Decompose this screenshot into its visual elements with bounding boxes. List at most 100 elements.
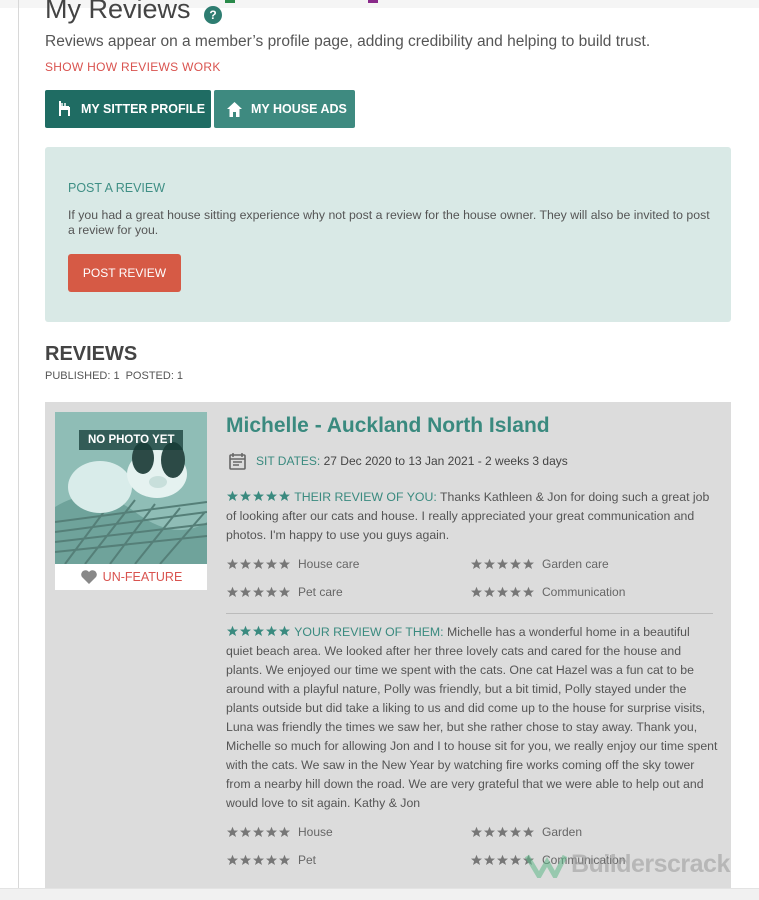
builderscrack-watermark: Builderscrack [525, 850, 730, 879]
post-review-heading: POST A REVIEW [68, 181, 166, 195]
star-icon [279, 625, 290, 636]
help-icon[interactable]: ? [204, 6, 222, 24]
no-photo-caption: NO PHOTO YET [79, 430, 184, 450]
published-count: PUBLISHED: 1 [45, 370, 120, 382]
star-icon [253, 625, 264, 636]
star-icon [240, 625, 251, 636]
rating-pet: Pet [226, 853, 316, 867]
rating-stars [470, 586, 535, 598]
tab-my-sitter-profile[interactable]: MY SITTER PROFILE [45, 90, 211, 128]
rating-label: Garden care [542, 557, 609, 571]
star-icon [266, 625, 277, 636]
star-icon [253, 826, 264, 837]
star-icon [510, 854, 521, 865]
star-icon [279, 586, 290, 597]
rating-label: House [298, 825, 333, 839]
rating-stars [226, 826, 291, 838]
bottom-scroll-strip [0, 888, 759, 900]
unfeature-button[interactable]: UN-FEATURE [55, 566, 207, 588]
star-icon [484, 854, 495, 865]
your-review-stars [226, 625, 291, 637]
show-how-reviews-work-link[interactable]: SHOW HOW REVIEWS WORK [45, 60, 221, 74]
star-icon [484, 558, 495, 569]
star-icon [266, 826, 277, 837]
builderscrack-logo-icon [525, 854, 567, 878]
your-review-label: YOUR REVIEW OF THEM: [294, 625, 444, 639]
star-icon [227, 558, 238, 569]
rating-label: House care [298, 557, 360, 571]
watermark-text: Builderscrack [571, 850, 730, 878]
their-review-stars [226, 490, 291, 502]
star-icon [484, 826, 495, 837]
review-card: NO PHOTO YET UN-FEATURE Michelle - Auckl… [45, 402, 731, 888]
rating-stars [470, 826, 535, 838]
star-icon [227, 586, 238, 597]
star-icon [510, 826, 521, 837]
their-review-label: THEIR REVIEW OF YOU: [294, 490, 437, 504]
your-review: YOUR REVIEW OF THEM: Michelle has a wond… [226, 623, 718, 813]
tab-label: MY HOUSE ADS [251, 102, 347, 116]
house-icon [227, 101, 242, 117]
star-icon [471, 826, 482, 837]
star-icon [266, 490, 277, 501]
posted-count: POSTED: 1 [125, 370, 184, 382]
star-icon [510, 586, 521, 597]
rating-house: House [226, 825, 333, 839]
rating-pet-care: Pet care [226, 585, 343, 599]
member-photo-frame: NO PHOTO YET UN-FEATURE [55, 412, 207, 590]
star-icon [253, 854, 264, 865]
tab-my-house-ads[interactable]: MY HOUSE ADS [214, 90, 355, 128]
star-icon [279, 854, 290, 865]
rating-house-care: House care [226, 557, 359, 571]
rating-communication: Communication [470, 585, 625, 599]
rating-label: Pet care [298, 585, 343, 599]
rating-label: Garden [542, 825, 583, 839]
star-icon [240, 854, 251, 865]
star-icon [523, 586, 534, 597]
star-icon [279, 490, 290, 501]
star-icon [240, 490, 251, 501]
member-name[interactable]: Michelle - Auckland North Island [226, 414, 550, 438]
your-review-text: Michelle has a wonderful home in a beaut… [226, 625, 718, 810]
rating-label: Pet [298, 853, 317, 867]
unfeature-label: UN-FEATURE [102, 570, 183, 584]
rating-label: Communication [542, 585, 626, 599]
sit-dates-row: SIT DATES: 27 Dec 2020 to 13 Jan 2021 - … [229, 452, 568, 470]
star-icon [266, 586, 277, 597]
rating-stars [226, 586, 291, 598]
reviews-heading: REVIEWS [45, 343, 138, 365]
left-border [18, 0, 19, 900]
star-icon [471, 586, 482, 597]
reviews-counts: PUBLISHED: 1 POSTED: 1 [45, 370, 183, 382]
rating-stars [470, 558, 535, 570]
member-photo-placeholder: NO PHOTO YET [55, 412, 207, 564]
star-icon [471, 558, 482, 569]
calendar-icon [229, 453, 246, 470]
star-icon [471, 854, 482, 865]
star-icon [279, 558, 290, 569]
star-icon [227, 490, 238, 501]
star-icon [266, 558, 277, 569]
star-icon [497, 826, 508, 837]
intro-text: Reviews appear on a member’s profile pag… [45, 33, 651, 50]
review-divider [226, 613, 713, 614]
sit-dates-value: 27 Dec 2020 to 13 Jan 2021 - 2 weeks 3 d… [323, 454, 568, 468]
star-icon [497, 586, 508, 597]
rating-stars [226, 854, 291, 866]
star-icon [240, 558, 251, 569]
star-icon [253, 558, 264, 569]
star-icon [279, 826, 290, 837]
sit-dates-label: SIT DATES: [256, 454, 321, 468]
tab-label: MY SITTER PROFILE [81, 102, 206, 116]
star-icon [510, 558, 521, 569]
rating-garden: Garden [470, 825, 582, 839]
post-review-button[interactable]: POST REVIEW [68, 254, 181, 292]
star-icon [523, 558, 534, 569]
chair-icon [59, 101, 70, 116]
star-icon [227, 826, 238, 837]
star-icon [497, 854, 508, 865]
heart-icon [80, 570, 97, 584]
star-icon [253, 490, 264, 501]
star-icon [266, 854, 277, 865]
rating-stars [226, 558, 291, 570]
